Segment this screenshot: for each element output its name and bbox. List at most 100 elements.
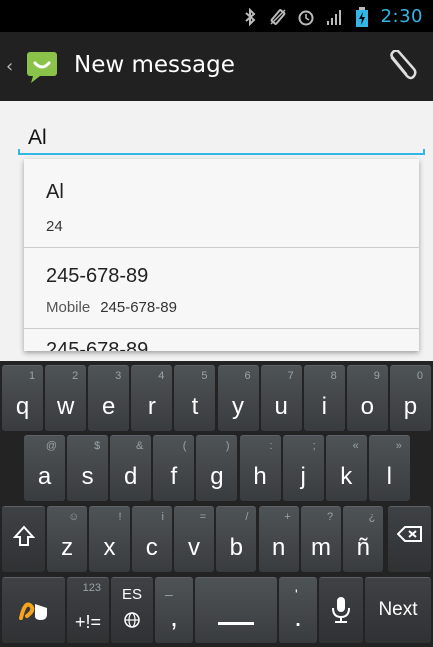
suggestion-dropdown[interactable]: Al 24 245-678-89 Mobile 245-678-89 245-67… <box>24 159 419 351</box>
key-alt-label: ( <box>182 440 187 452</box>
key-alt-label: 0 <box>416 370 423 382</box>
battery-icon <box>353 6 371 27</box>
key-label: t <box>191 393 199 420</box>
suggestion-name: Al <box>46 181 64 203</box>
key-p[interactable]: 0p <box>389 365 431 431</box>
comma-key[interactable]: – , <box>155 577 193 643</box>
key-label: k <box>340 463 353 490</box>
key-x[interactable]: ! x <box>89 506 130 572</box>
shift-key[interactable] <box>2 506 45 572</box>
key-label: f <box>170 463 178 490</box>
key-alt-label: 9 <box>373 370 380 382</box>
key-label: d <box>124 463 138 490</box>
suggestion-item[interactable]: Al 24 <box>24 159 419 248</box>
suggestion-detail-label: Mobile <box>46 299 91 316</box>
comma-key-label: , <box>170 601 178 632</box>
key-label: w <box>56 393 75 420</box>
next-key[interactable]: Next <box>365 577 431 643</box>
compose-area: Al 24 245-678-89 Mobile 245-678-89 245-67… <box>0 101 433 361</box>
key-label: s <box>81 463 94 490</box>
microphone-key[interactable] <box>319 577 363 643</box>
key-z[interactable]: ☺ z <box>47 506 88 572</box>
recipient-underline <box>18 149 425 155</box>
key-alt-label: ! <box>118 511 122 523</box>
key-alt-label: & <box>135 440 144 452</box>
alarm-icon <box>297 8 315 26</box>
key-alt-label: 7 <box>287 370 294 382</box>
key-g[interactable]: ) g <box>196 435 238 501</box>
key-alt-label: i <box>161 511 164 523</box>
key-d[interactable]: & d <box>110 435 152 501</box>
swype-key[interactable] <box>2 577 65 643</box>
recipient-input[interactable] <box>18 121 433 154</box>
key-label: j <box>300 463 306 490</box>
key-s[interactable]: $ s <box>67 435 109 501</box>
key-v[interactable]: = v <box>173 506 215 572</box>
key-n[interactable]: + n <box>258 506 299 572</box>
backspace-icon <box>388 525 431 547</box>
key-alt-label: ) <box>225 440 230 452</box>
key-alt-label: 8 <box>330 370 337 382</box>
key-alt-label: : <box>269 440 273 452</box>
key-w[interactable]: 2w <box>45 365 87 431</box>
suggestion-item[interactable]: 245-678-89 Mobile 245-678-89 <box>24 247 419 329</box>
suggestion-name: 245-678-89 <box>46 265 149 287</box>
key-label: z <box>61 534 74 561</box>
signal-icon <box>325 8 343 26</box>
suggestion-detail: Mobile 245-678-89 <box>46 299 177 316</box>
language-key[interactable]: ES <box>111 577 153 643</box>
key-alt-label: » <box>395 440 402 452</box>
next-key-label: Next <box>378 599 418 620</box>
key-k[interactable]: «k <box>325 435 367 501</box>
language-key-label: ES <box>121 586 142 603</box>
rotate-off-icon <box>269 8 287 26</box>
key-c[interactable]: ic <box>131 506 172 572</box>
suggestion-item[interactable]: 245-678-89 <box>24 329 419 351</box>
key-label: a <box>37 463 52 490</box>
key-alt-label: « <box>352 440 359 452</box>
period-key[interactable]: ' . <box>279 577 317 643</box>
key-label: l <box>386 463 393 490</box>
key-h[interactable]: :h <box>239 435 281 501</box>
key-y[interactable]: 6y <box>217 365 259 431</box>
keyboard-row-1: 1q2w3e4r5t6y7u8i9o0p <box>0 365 433 435</box>
key-b[interactable]: / b <box>216 506 257 572</box>
key-t[interactable]: 5t <box>174 365 216 431</box>
key-j[interactable]: ; j <box>282 435 324 501</box>
key-q[interactable]: 1q <box>2 365 44 431</box>
key-label: p <box>403 393 418 420</box>
key-label: y <box>232 393 245 420</box>
key-u[interactable]: 7u <box>260 365 302 431</box>
globe-icon <box>111 612 153 632</box>
key-a[interactable]: @ a <box>24 435 66 501</box>
space-key[interactable] <box>195 577 277 643</box>
key-r[interactable]: 4r <box>131 365 173 431</box>
key-alt-label: ¿ <box>368 511 376 523</box>
on-screen-keyboard: 1q2w3e4r5t6y7u8i9o0p @ a $ s & d(f) g: h; j «k» l … <box>0 361 433 647</box>
messaging-app-icon[interactable] <box>25 50 59 84</box>
key-o[interactable]: 9o <box>346 365 388 431</box>
symbols-key[interactable]: 123 +!= <box>67 577 109 643</box>
key-label: x <box>103 534 116 561</box>
key-ñ[interactable]: ¿ ñ <box>343 506 384 572</box>
back-chevron-icon[interactable]: ‹ <box>6 56 13 77</box>
key-alt-label: @ <box>45 440 58 452</box>
key-alt-label: ; <box>312 440 316 452</box>
key-label: o <box>360 393 375 420</box>
key-e[interactable]: 3e <box>88 365 130 431</box>
key-label: g <box>210 463 224 490</box>
period-key-label: . <box>294 601 302 632</box>
key-m[interactable]: ? m <box>300 506 342 572</box>
key-alt-label: 1 <box>28 370 36 382</box>
key-i[interactable]: 8i <box>303 365 345 431</box>
delete-key[interactable] <box>388 506 431 572</box>
key-alt-label: 3 <box>115 370 122 382</box>
key-alt-label: 2 <box>72 370 79 382</box>
shift-icon <box>2 525 45 551</box>
key-alt-label: + <box>284 511 291 523</box>
key-f[interactable]: (f <box>153 435 195 501</box>
key-l[interactable]: » l <box>368 435 410 501</box>
suggestion-name: 245-678-89 <box>46 339 149 351</box>
suggestion-detail: 24 <box>46 218 63 235</box>
paperclip-icon[interactable] <box>385 49 417 84</box>
